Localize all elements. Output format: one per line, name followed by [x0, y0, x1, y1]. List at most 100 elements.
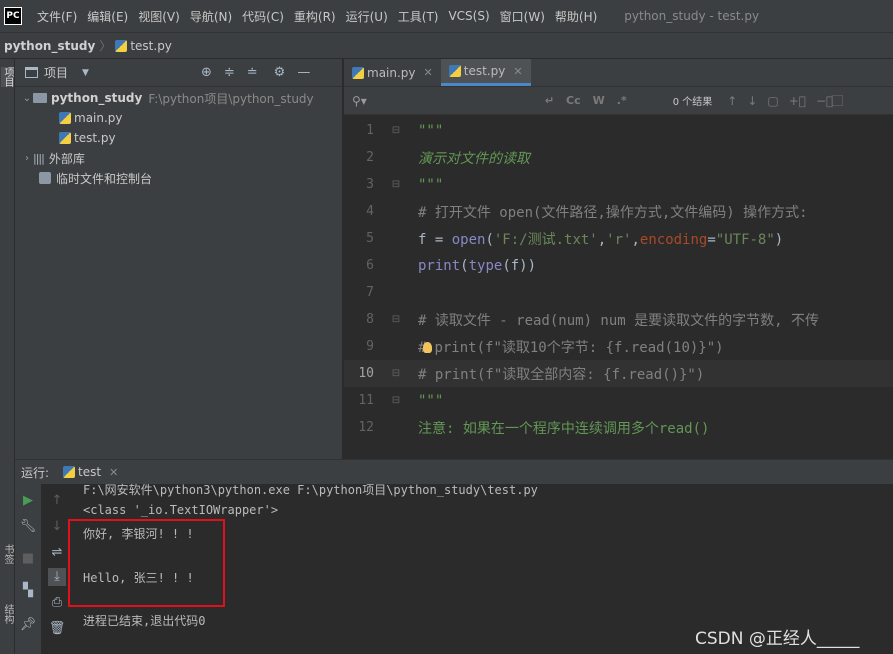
- folder-icon: [33, 93, 47, 103]
- tree-item-scratches[interactable]: 临时文件和控制台: [15, 168, 342, 188]
- expand-all-icon[interactable]: ≑: [224, 65, 235, 80]
- hide-panel-icon[interactable]: —: [297, 65, 310, 80]
- fold-icon[interactable]: ⊟: [374, 314, 418, 325]
- python-file-icon: [59, 112, 71, 124]
- add-occurrence-icon[interactable]: +⃞: [789, 94, 806, 108]
- console-line: F:\网安软件\python3\python.exe F:\python项目\p…: [83, 483, 538, 497]
- code-line-current: 10 ⊟ # print(f"读取全部内容: {f.read()}"): [344, 360, 893, 387]
- project-panel: 项目 ▼ ⊕ ≑ ≐ ⚙ — ⌄ python_study F:\python项…: [15, 59, 343, 459]
- menu-refactor[interactable]: 重构(R): [289, 8, 341, 25]
- run-panel: 运行: test ✕ ▶ 🔧︎ ■ ▚ 📌︎ ↑ ↓ ⇌ ⤓ ⎙ 🗑︎ F:\网…: [15, 459, 893, 654]
- tree-item-path: F:\python项目\python_study: [148, 91, 314, 106]
- code-line: 3 ⊟ """: [344, 171, 893, 198]
- search-results-count: 0 个结果: [672, 97, 713, 108]
- code-area[interactable]: 1 ⊟ """ 2 演示对文件的读取 3 ⊟ """ 4 # 打开文件 open…: [344, 117, 893, 459]
- bookmarks-tool-tab[interactable]: 书签: [1, 544, 14, 564]
- project-tool-tab[interactable]: 项目: [1, 67, 14, 87]
- search-icon[interactable]: ⚲▾: [352, 94, 367, 108]
- close-icon[interactable]: ✕: [424, 66, 433, 79]
- code-text: # 打开文件 open(文件路径,操作方式,文件编码) 操作方式:: [418, 204, 808, 221]
- scroll-to-end-icon[interactable]: ⤓: [48, 568, 66, 586]
- new-line-icon[interactable]: ↵: [545, 94, 554, 107]
- menu-window[interactable]: 窗口(W): [495, 8, 550, 25]
- menu-navigate[interactable]: 导航(N): [185, 8, 237, 25]
- line-number: 1: [366, 123, 374, 138]
- lightbulb-icon[interactable]: [423, 341, 433, 353]
- python-file-icon: [63, 466, 76, 478]
- code-text: """: [418, 392, 444, 409]
- regex-toggle[interactable]: .*: [617, 94, 627, 107]
- tab-test-py[interactable]: test.py ✕: [440, 59, 531, 86]
- pycharm-logo-icon: PC: [4, 7, 22, 25]
- tree-item-test-py[interactable]: test.py: [15, 128, 342, 148]
- python-file-icon: [59, 132, 71, 144]
- arrow-up-icon[interactable]: ↑: [727, 94, 737, 108]
- code-text: print(type(f)): [418, 257, 537, 274]
- menu-tools[interactable]: 工具(T): [393, 8, 444, 25]
- menu-run[interactable]: 运行(U): [341, 8, 393, 25]
- stop-icon[interactable]: ■: [19, 550, 37, 568]
- search-input[interactable]: [366, 89, 537, 112]
- window-title: python_study - test.py: [624, 9, 760, 23]
- line-number: 2: [366, 150, 374, 165]
- collapse-all-icon[interactable]: ≐: [247, 65, 258, 80]
- run-icon[interactable]: ▶: [19, 492, 37, 510]
- menu-code[interactable]: 代码(C): [237, 8, 289, 25]
- menu-help[interactable]: 帮助(H): [550, 8, 602, 25]
- arrow-up-icon[interactable]: ↑: [48, 492, 66, 510]
- line-number: 5: [366, 231, 374, 246]
- chevron-right-icon[interactable]: ›: [21, 153, 33, 164]
- code-line: 9 # print(f"读取10个字节: {f.read(10)}"): [344, 333, 893, 360]
- wrench-icon[interactable]: 🔧︎: [19, 518, 37, 536]
- chevron-down-icon[interactable]: ⌄: [21, 93, 33, 104]
- tab-main-py[interactable]: main.py ✕: [344, 59, 441, 86]
- match-case-toggle[interactable]: Cc: [566, 94, 581, 107]
- tree-item-project-root[interactable]: ⌄ python_study F:\python项目\python_study: [15, 88, 342, 108]
- editor: main.py ✕ test.py ✕ ⚲▾ ↵ Cc W .* 0 个结果 ↑…: [344, 59, 893, 459]
- remove-occurrence-icon[interactable]: −⃞: [816, 94, 833, 108]
- breadcrumb-file[interactable]: test.py: [115, 39, 172, 53]
- trash-icon[interactable]: 🗑︎: [48, 620, 66, 638]
- tab-label: main.py: [367, 65, 416, 80]
- code-line: 6 print(type(f)): [344, 252, 893, 279]
- run-tab-test[interactable]: test ✕: [63, 465, 118, 479]
- print-icon[interactable]: ⎙: [48, 594, 66, 612]
- run-tab-label: test: [78, 465, 102, 479]
- fold-icon[interactable]: ⊟: [374, 125, 418, 136]
- fold-icon[interactable]: ⊟: [374, 179, 418, 190]
- tree-item-external-libraries[interactable]: › |||| 外部库: [15, 148, 342, 168]
- locate-file-icon[interactable]: ⊕: [201, 65, 212, 80]
- find-bar: ⚲▾ ↵ Cc W .* 0 个结果 ↑ ↓ ▢ +⃞ −⃞ ⃞: [344, 87, 893, 115]
- filter-icon[interactable]: ▢: [767, 94, 778, 108]
- tab-label: test.py: [463, 64, 506, 78]
- breadcrumb-file-label: test.py: [130, 38, 172, 53]
- menu-vcs[interactable]: VCS(S): [443, 9, 494, 23]
- library-icon: ||||: [33, 151, 45, 165]
- fold-icon[interactable]: ⊟: [374, 395, 418, 406]
- code-line: 12 注意: 如果在一个程序中连续调用多个read(): [344, 414, 893, 441]
- menu-file[interactable]: 文件(F): [32, 8, 82, 25]
- watermark: CSDN @正经人_____: [695, 629, 860, 649]
- chevron-right-icon: 〉: [99, 39, 112, 53]
- code-text: # print(f"读取全部内容: {f.read()}"): [418, 366, 705, 383]
- close-icon[interactable]: ✕: [513, 65, 522, 78]
- close-icon[interactable]: ✕: [109, 466, 118, 479]
- menu-view[interactable]: 视图(V): [133, 8, 185, 25]
- layout-icon[interactable]: ▚: [19, 582, 37, 600]
- whole-words-toggle[interactable]: W: [593, 94, 605, 107]
- arrow-down-icon[interactable]: ↓: [747, 94, 757, 108]
- fold-icon[interactable]: ⊟: [374, 368, 418, 379]
- breadcrumb-project[interactable]: python_study: [4, 39, 95, 53]
- tree-item-main-py[interactable]: main.py: [15, 108, 342, 128]
- code-text: """: [418, 176, 444, 193]
- project-panel-title[interactable]: 项目: [44, 64, 68, 81]
- menu-edit[interactable]: 编辑(E): [82, 8, 133, 25]
- pin-icon[interactable]: 📌︎: [19, 616, 37, 634]
- gear-icon[interactable]: ⚙: [274, 65, 286, 80]
- editor-tab-bar: main.py ✕ test.py ✕: [344, 59, 893, 87]
- code-line: 7: [344, 279, 893, 306]
- arrow-down-icon[interactable]: ↓: [48, 518, 66, 536]
- chevron-down-icon[interactable]: ▼: [82, 68, 89, 78]
- soft-wrap-icon[interactable]: ⇌: [48, 544, 66, 562]
- structure-tool-tab[interactable]: 结构: [1, 604, 14, 624]
